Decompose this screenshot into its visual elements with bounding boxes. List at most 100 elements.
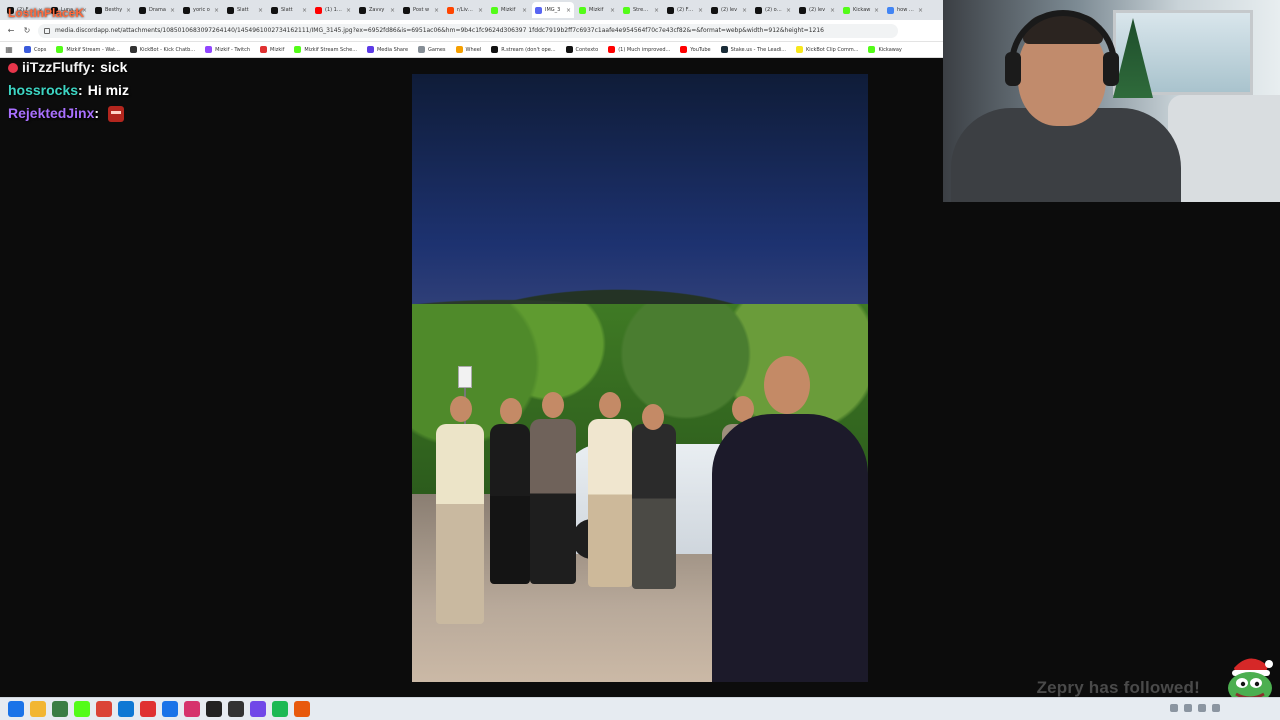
bookmark-item[interactable]: R.stream (don't ope... xyxy=(491,46,556,53)
x-icon xyxy=(755,6,762,14)
close-tab-icon[interactable]: × xyxy=(258,7,263,14)
bookmark-item[interactable]: Media Share xyxy=(366,46,409,53)
tray-chevron-icon[interactable] xyxy=(1170,704,1178,712)
photo-person xyxy=(490,424,530,584)
address-bar[interactable]: media.discordapp.net/attachments/1085010… xyxy=(38,23,898,38)
browser-tab[interactable]: IMG_3 × xyxy=(532,2,574,18)
browser-tab[interactable]: (2) occi × xyxy=(752,2,794,18)
close-tab-icon[interactable]: × xyxy=(126,7,131,14)
bookmark-favicon-icon xyxy=(205,46,213,53)
bookmark-item[interactable]: Kickaway xyxy=(868,46,902,53)
browser-tab[interactable]: how do × xyxy=(884,2,926,18)
browser-tab[interactable]: Post w × xyxy=(400,2,442,18)
bookmark-favicon-icon xyxy=(129,46,137,53)
photo-person-head xyxy=(500,398,522,424)
kick-app-icon[interactable] xyxy=(74,701,90,717)
photo-person xyxy=(530,419,576,584)
close-tab-icon[interactable]: × xyxy=(390,7,395,14)
close-tab-icon[interactable]: × xyxy=(654,7,659,14)
browser-tab-label: Stream xyxy=(633,7,651,13)
webcam-sofa xyxy=(1168,95,1280,202)
browser-tab-label: (2) lev xyxy=(809,7,826,13)
close-tab-icon[interactable]: × xyxy=(566,7,571,14)
chat-username: hossrocks xyxy=(8,82,79,98)
close-tab-icon[interactable]: × xyxy=(346,7,351,14)
apps-grid-icon[interactable]: ▦ xyxy=(4,45,14,54)
chrome-icon[interactable] xyxy=(96,701,112,717)
back-icon[interactable]: ← xyxy=(6,26,16,35)
browser-tab[interactable]: (2) lev × xyxy=(708,2,750,18)
browser-tab[interactable]: (2) FaZe× xyxy=(664,2,706,18)
close-tab-icon[interactable]: × xyxy=(170,7,175,14)
browser-tab[interactable]: (2) lev × xyxy=(796,2,838,18)
app-icon[interactable] xyxy=(228,701,244,717)
close-tab-icon[interactable]: × xyxy=(786,7,791,14)
browser-tab-label: (2) lev xyxy=(721,7,738,13)
bookmark-label: (1) Much improved... xyxy=(618,46,671,53)
browser-tab[interactable]: Slatt × xyxy=(224,2,266,18)
browser-tab[interactable]: Zavvy × xyxy=(356,2,398,18)
bookmark-item[interactable]: Cops xyxy=(24,46,46,53)
browser-tab[interactable]: Mizkif × xyxy=(576,2,618,18)
obs-icon[interactable] xyxy=(206,701,222,717)
bookmark-label: Wheel xyxy=(465,46,482,53)
close-tab-icon[interactable]: × xyxy=(214,7,219,14)
file-explorer-icon[interactable] xyxy=(30,701,46,717)
browser-tab[interactable]: Mizkif × xyxy=(488,2,530,18)
bookmark-item[interactable]: KickBot Clip Comm... xyxy=(796,46,858,53)
app-icon[interactable] xyxy=(140,701,156,717)
close-tab-icon[interactable]: × xyxy=(478,7,483,14)
browser-tab[interactable]: Besthy × xyxy=(92,2,134,18)
close-tab-icon[interactable]: × xyxy=(434,7,439,14)
app-icon[interactable] xyxy=(294,701,310,717)
close-tab-icon[interactable]: × xyxy=(698,7,703,14)
windows-start-icon[interactable] xyxy=(8,701,24,717)
bookmark-label: R.stream (don't ope... xyxy=(501,46,556,53)
bookmark-item[interactable]: Mizkif - Twitch xyxy=(205,46,250,53)
url-text[interactable]: media.discordapp.net/attachments/1085010… xyxy=(55,27,824,34)
close-tab-icon[interactable]: × xyxy=(522,7,527,14)
spotify-icon[interactable] xyxy=(272,701,288,717)
bookmark-item[interactable]: YouTube xyxy=(680,46,711,53)
browser-tab[interactable]: Slatt × xyxy=(268,2,310,18)
battery-icon[interactable] xyxy=(1212,704,1220,712)
photo-person-head xyxy=(764,356,810,414)
bookmark-item[interactable]: Wheel xyxy=(455,46,482,53)
reload-icon[interactable]: ↻ xyxy=(22,26,32,35)
bookmark-item[interactable]: Mizkif Stream - Wat... xyxy=(56,46,120,53)
network-icon[interactable] xyxy=(1184,704,1192,712)
browser-tab-label: Kickaw xyxy=(853,7,871,13)
app-icon[interactable] xyxy=(162,701,178,717)
bookmark-item[interactable]: Mizkif xyxy=(260,46,284,53)
close-tab-icon[interactable]: × xyxy=(742,7,747,14)
bookmark-item[interactable]: Games xyxy=(418,46,446,53)
bookmark-item[interactable]: Mizkif Stream Sche... xyxy=(294,46,357,53)
close-tab-icon[interactable]: × xyxy=(830,7,835,14)
bookmark-item[interactable]: (1) Much improved... xyxy=(608,46,670,53)
app-icon[interactable] xyxy=(52,701,68,717)
app-icon[interactable] xyxy=(250,701,266,717)
bookmark-label: YouTube xyxy=(690,46,711,53)
bookmark-item[interactable]: Contexto xyxy=(565,46,598,53)
app-icon[interactable] xyxy=(184,701,200,717)
bookmark-label: Media Share xyxy=(376,46,409,53)
chat-message: RejektedJinx: xyxy=(8,102,268,125)
close-tab-icon[interactable]: × xyxy=(610,7,615,14)
x-icon xyxy=(271,6,278,14)
close-tab-icon[interactable]: × xyxy=(302,7,307,14)
browser-tab[interactable]: yoric o × xyxy=(180,2,222,18)
browser-tab[interactable]: Drama × xyxy=(136,2,178,18)
browser-tab[interactable]: r/Livest × xyxy=(444,2,486,18)
bookmark-item[interactable]: KickBot - Kick Chatb... xyxy=(129,46,195,53)
browser-tab[interactable]: Stream × xyxy=(620,2,662,18)
close-tab-icon[interactable]: × xyxy=(918,7,923,14)
edge-icon[interactable] xyxy=(118,701,134,717)
browser-tab[interactable]: (1) 100 × xyxy=(312,2,354,18)
close-tab-icon[interactable]: × xyxy=(874,7,879,14)
browser-tab[interactable]: Kickaw × xyxy=(840,2,882,18)
youtube-icon xyxy=(315,6,322,14)
bookmark-item[interactable]: Stake.us - The Leadi... xyxy=(720,46,786,53)
site-info-icon[interactable] xyxy=(44,27,50,34)
chat-message: iiTzzFluffy: sick xyxy=(8,56,268,79)
volume-icon[interactable] xyxy=(1198,704,1206,712)
